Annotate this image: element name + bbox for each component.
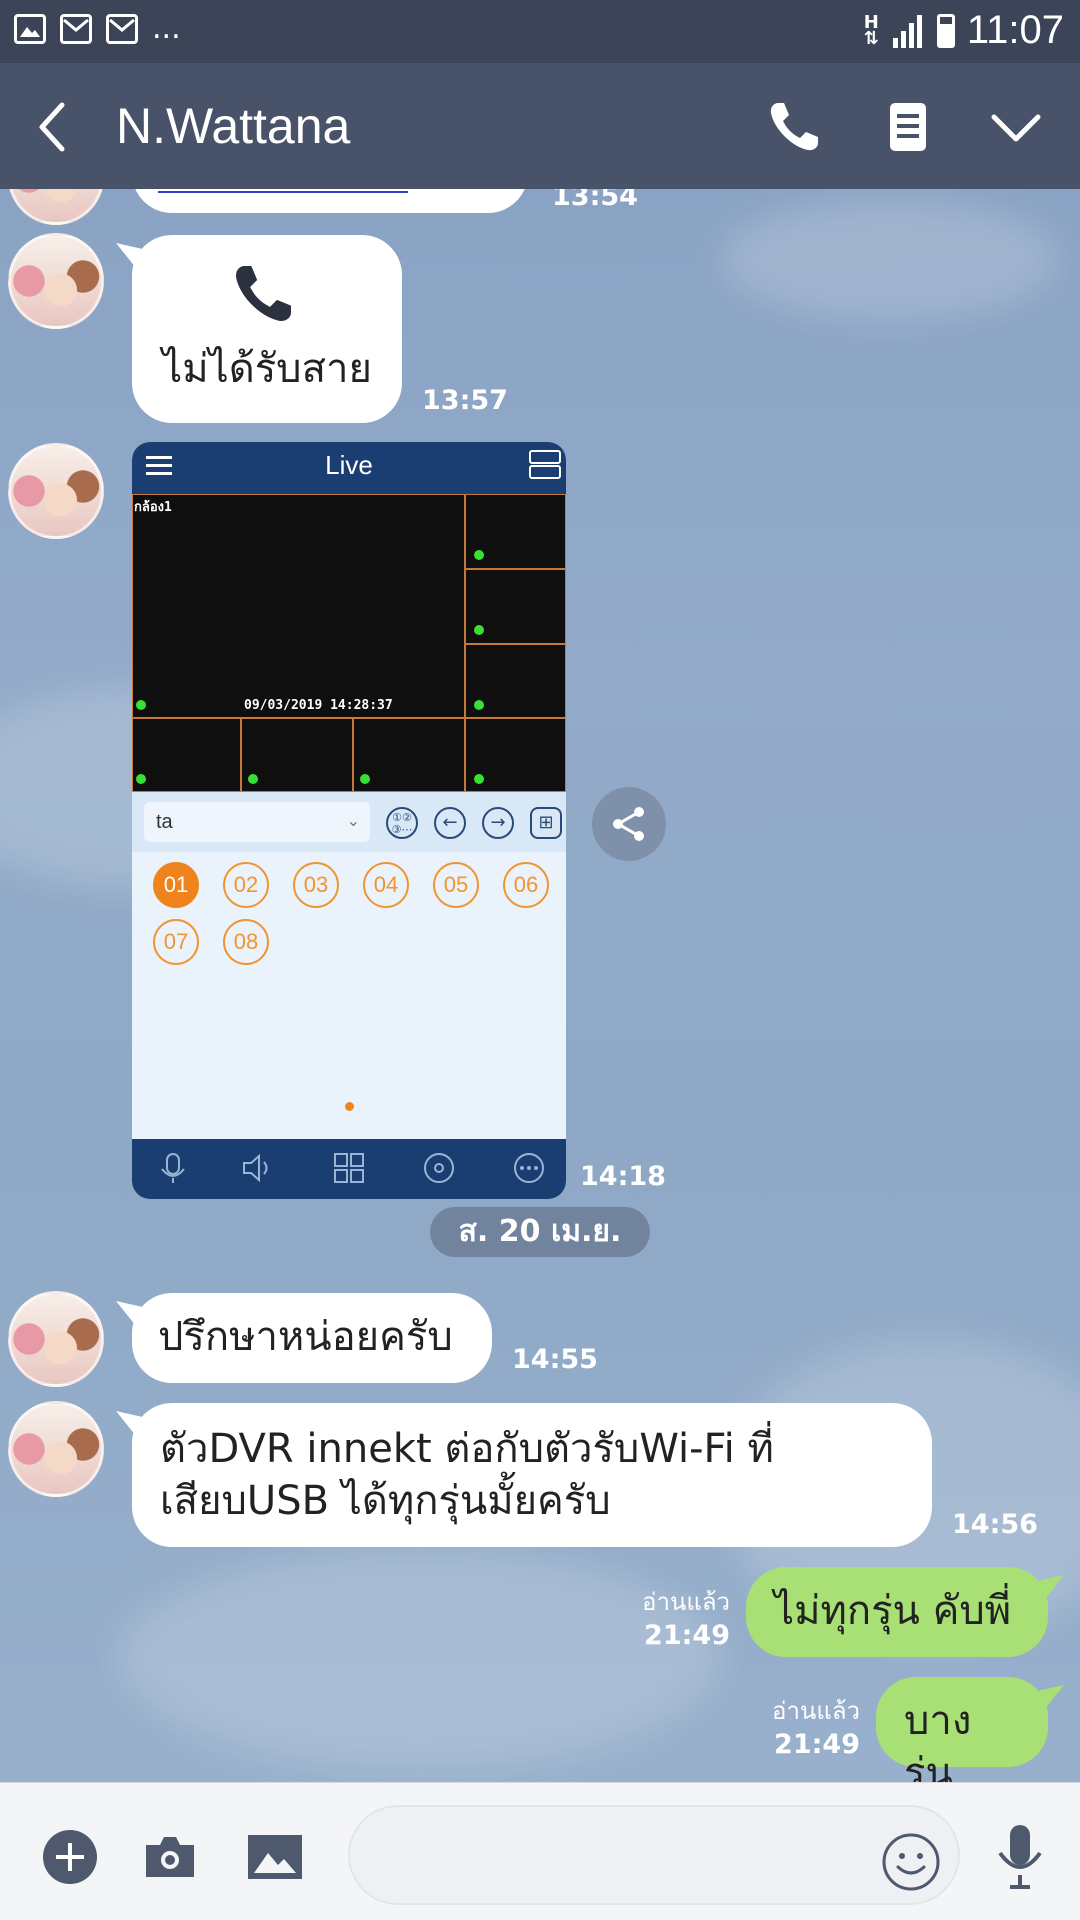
- chat-header: N.Wattana: [0, 63, 1080, 189]
- phone-icon: [235, 266, 291, 322]
- status-bar: ... H ⇅ 11:07: [0, 0, 1080, 63]
- image-message[interactable]: Live กล้อง1 09/03/2019 14:28:37 ta ⌄ ①② …: [132, 442, 566, 1199]
- speaker-icon: [243, 1153, 268, 1183]
- avatar[interactable]: [8, 1401, 104, 1497]
- date-separator: ส. 20 เม.ย.: [430, 1207, 650, 1257]
- ptz-icon: [424, 1153, 454, 1183]
- notification-overflow: ...: [152, 11, 181, 46]
- notification-icons: ...: [14, 14, 181, 44]
- message-time: 14:18: [580, 1161, 666, 1192]
- channel-button: 07: [153, 919, 199, 965]
- avatar[interactable]: [8, 189, 104, 225]
- camera-label: กล้อง1: [134, 500, 172, 515]
- status-dot: [474, 774, 484, 784]
- status-dot: [360, 774, 370, 784]
- chevron-down-icon[interactable]: [986, 97, 1046, 157]
- signal-icon: [892, 14, 922, 48]
- channel-button: 06: [503, 862, 549, 908]
- message-time: 14:56: [952, 1509, 1038, 1540]
- image-icon: [14, 14, 46, 44]
- camera-icon[interactable]: [142, 1829, 198, 1885]
- back-icon[interactable]: [30, 97, 80, 157]
- notes-icon[interactable]: [878, 97, 938, 157]
- network-type: H ⇅: [863, 11, 879, 49]
- input-bar: [0, 1782, 1080, 1920]
- message-text: บางรุ่น: [904, 1698, 972, 1782]
- channel-button: 08: [223, 919, 269, 965]
- status-dot: [474, 700, 484, 710]
- read-receipt: อ่านแล้ว 21:49: [772, 1697, 860, 1760]
- message-bubble[interactable]: ตัวDVR innekt ต่อกับตัวรับWi-Fi ที่ เสีย…: [132, 1403, 932, 1547]
- app-title: Live: [325, 450, 373, 480]
- share-button[interactable]: [592, 787, 666, 861]
- device-selector: ta ⌄: [144, 802, 370, 842]
- status-dot: [248, 774, 258, 784]
- message-time: 14:55: [512, 1344, 598, 1375]
- video-cell: [241, 718, 353, 792]
- channel-button: 01: [153, 862, 199, 908]
- image-icon[interactable]: [246, 1829, 304, 1885]
- video-timestamp: 09/03/2019 14:28:37: [244, 698, 393, 713]
- chat-area[interactable]: 13:54 ไม่ได้รับสาย 13:57 Live กล้อง1 09/…: [0, 189, 1080, 1782]
- device-list-icon: [529, 450, 561, 479]
- app-bottom-bar: [132, 1139, 566, 1199]
- message-bubble[interactable]: บางรุ่น: [876, 1677, 1048, 1782]
- missed-call-bubble[interactable]: ไม่ได้รับสาย: [132, 235, 402, 423]
- message-bubble[interactable]: ปรึกษาหน่อยครับ: [132, 1293, 492, 1383]
- message-text-line: เสียบUSB ได้ทุกรุ่นมั้ยครับ: [160, 1478, 611, 1524]
- app-control-bar: ta ⌄ ①② ③⋯ ← → ⊞: [132, 792, 566, 852]
- message-bubble[interactable]: [132, 189, 528, 213]
- message-time: 13:54: [552, 189, 638, 212]
- arrow-right-icon: →: [482, 807, 514, 839]
- channel-button: 04: [363, 862, 409, 908]
- avatar[interactable]: [8, 1291, 104, 1387]
- plus-icon[interactable]: [42, 1829, 98, 1885]
- mail-icon: [60, 14, 92, 44]
- message-input-field[interactable]: [348, 1805, 960, 1905]
- message-input[interactable]: [374, 1829, 874, 1883]
- live-video-grid: กล้อง1 09/03/2019 14:28:37: [132, 494, 566, 792]
- avatar[interactable]: [8, 233, 104, 329]
- battery-icon: [936, 13, 955, 48]
- channel-button: 02: [223, 862, 269, 908]
- message-time: 13:57: [422, 385, 508, 416]
- video-cell: [132, 718, 241, 792]
- microphone-icon: [161, 1153, 185, 1183]
- more-icon: [514, 1153, 544, 1183]
- app-header: Live: [132, 442, 566, 494]
- emoji-icon[interactable]: [880, 1831, 942, 1893]
- page-indicator: [345, 1102, 354, 1111]
- status-dot: [136, 700, 146, 710]
- status-dot: [136, 774, 146, 784]
- status-dot: [474, 550, 484, 560]
- video-cell-main: [132, 494, 465, 718]
- mail-icon: [106, 14, 138, 44]
- link-underline: [158, 191, 408, 193]
- status-dot: [474, 625, 484, 635]
- message-bubble[interactable]: ไม่ทุกรุ่น คับพี่: [746, 1567, 1048, 1657]
- channel-button: 03: [293, 862, 339, 908]
- message-text: ปรึกษาหน่อยครับ: [158, 1314, 453, 1360]
- missed-call-text: ไม่ได้รับสาย: [162, 346, 372, 392]
- phone-icon[interactable]: [764, 97, 824, 157]
- arrow-left-icon: ←: [434, 807, 466, 839]
- message-text: ไม่ทุกรุ่น คับพี่: [774, 1588, 1012, 1634]
- read-receipt: อ่านแล้ว 21:49: [642, 1588, 730, 1651]
- clock: 11:07: [966, 8, 1064, 52]
- channel-button: 05: [433, 862, 479, 908]
- avatar[interactable]: [8, 443, 104, 539]
- grid-icon: ⊞: [530, 807, 562, 839]
- video-cell: [353, 718, 465, 792]
- channel-numbers-icon: ①② ③⋯: [386, 807, 418, 839]
- microphone-icon[interactable]: [990, 1821, 1050, 1891]
- chat-title: N.Wattana: [116, 98, 351, 154]
- share-icon: [613, 807, 644, 841]
- message-text-line: ตัวDVR innekt ต่อกับตัวรับWi-Fi ที่: [160, 1426, 774, 1472]
- grid-icon: [334, 1153, 364, 1183]
